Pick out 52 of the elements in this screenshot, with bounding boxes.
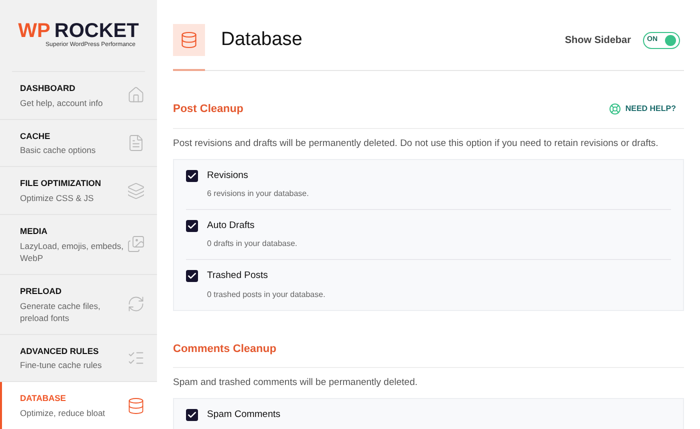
sidebar-item[interactable]: FILE OPTIMIZATION Optimize CSS & JS	[0, 167, 157, 215]
section-title: Comments Cleanup	[173, 342, 276, 356]
sidebar-item-subtitle: LazyLoad, emojis, embeds, WebP	[20, 240, 124, 264]
house-icon	[127, 86, 145, 104]
sidebar-item-subtitle: Get help, account info	[20, 96, 104, 108]
sidebar-item[interactable]: CACHE Basic cache options	[0, 120, 157, 168]
show-sidebar-label: Show Sidebar	[564, 34, 631, 48]
option-checkbox[interactable]	[186, 220, 198, 232]
need-help-link[interactable]: NEED HELP?	[609, 103, 676, 116]
sidebar-item-subtitle: Optimize CSS & JS	[20, 192, 95, 204]
sidebar-item[interactable]: DATABASE Optimize, reduce bloat	[0, 382, 157, 429]
check-icon	[187, 221, 197, 231]
logo-wordmark-first: WP	[18, 20, 50, 41]
check-icon	[187, 271, 197, 282]
option-checkbox[interactable]	[186, 170, 198, 182]
sidebar-item-subtitle: Basic cache options	[20, 144, 97, 156]
sidebar-item[interactable]: PRELOAD Generate cache files, preload fonts	[0, 274, 157, 334]
option-label: Revisions	[207, 168, 250, 183]
section-description: Spam and trashed comments will be permanently deleted.	[173, 376, 418, 390]
section-title: Post Cleanup	[173, 102, 244, 117]
option-label: Trashed Posts	[207, 269, 269, 284]
sidebar-item-title: CACHE	[20, 130, 52, 142]
images-icon	[127, 235, 145, 254]
sidebar-item-title: FILE OPTIMIZATION	[20, 177, 102, 190]
option-checkbox[interactable]	[186, 409, 198, 422]
option-detail: 6 revisions in your database.	[207, 188, 309, 200]
sidebar-item-title: PRELOAD	[20, 284, 63, 298]
layers-icon	[127, 182, 145, 200]
database-icon	[127, 396, 145, 415]
check-icon	[187, 410, 197, 420]
sidebar-item-title: DATABASE	[20, 392, 67, 405]
sidebar-item-subtitle: Fine-tune cache rules	[20, 359, 103, 372]
option-detail: 0 trashed posts in your database.	[207, 288, 326, 300]
refresh-icon	[127, 295, 145, 314]
logo-wordmark-second: ROCKET	[54, 20, 139, 41]
option-label: Spam Comments	[207, 408, 280, 422]
document-icon	[127, 134, 145, 152]
section-description: Post revisions and drafts will be permanently deleted. Do not use this option if you need to retain revisions or drafts.	[173, 136, 660, 150]
sidebar-item[interactable]: DASHBOARD Get help, account info	[0, 72, 157, 120]
sidebar-item[interactable]: MEDIA LazyLoad, emojis, embeds, WebP	[0, 215, 157, 275]
option-label: Auto Drafts	[207, 219, 256, 233]
option-detail: 0 drafts in your database.	[207, 238, 298, 250]
option-checkbox[interactable]	[186, 270, 198, 282]
sidebar-item-title: MEDIA	[20, 225, 48, 238]
database-icon	[180, 31, 198, 49]
help-icon	[609, 103, 622, 116]
sidebar-item-title: ADVANCED RULES	[20, 344, 100, 358]
sidebar-item-subtitle: Optimize, reduce bloat	[20, 407, 106, 419]
sidebar-item-title: DASHBOARD	[20, 82, 76, 94]
sidebar-item-subtitle: Generate cache files, preload fonts	[20, 300, 102, 324]
page-title: Database	[221, 28, 302, 52]
check-icon	[187, 170, 197, 181]
